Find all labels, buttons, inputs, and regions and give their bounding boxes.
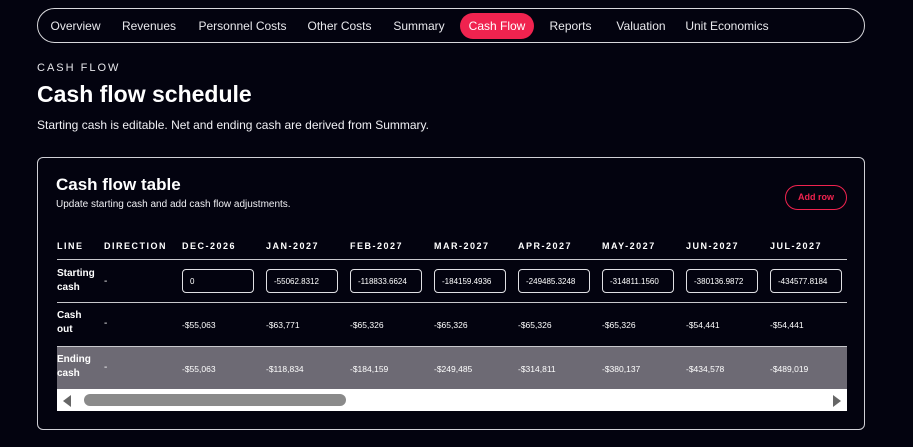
- main-nav: Overview Revenues Personnel Costs Other …: [37, 8, 865, 43]
- cash-out-value: -$54,441: [686, 320, 720, 330]
- column-header-dec-2026: DEC-2026: [182, 241, 237, 251]
- cash-out-value: -$65,326: [518, 320, 552, 330]
- ending-cash-value: -$489,019: [770, 364, 809, 374]
- starting-cash-input-mar-2027[interactable]: [434, 269, 506, 293]
- ending-cash-value: -$55,063: [182, 364, 216, 374]
- page-description: Starting cash is editable. Net and endin…: [37, 118, 429, 132]
- cash-out-value: -$65,326: [350, 320, 384, 330]
- card-description: Update starting cash and add cash flow a…: [56, 199, 291, 210]
- tab-reports[interactable]: Reports: [544, 13, 597, 39]
- starting-cash-input-jul-2027[interactable]: [770, 269, 842, 293]
- row-direction: -: [104, 318, 108, 329]
- starting-cash-input-dec-2026[interactable]: [182, 269, 254, 293]
- cash-flow-card: Cash flow table Update starting cash and…: [37, 157, 865, 430]
- row-label-cash-out: Cash out: [57, 309, 81, 337]
- cash-flow-table[interactable]: LINE DIRECTION DEC-2026 JAN-2027 FEB-202…: [57, 236, 847, 411]
- tab-other-costs[interactable]: Other Costs: [302, 13, 377, 39]
- tab-personnel-costs[interactable]: Personnel Costs: [194, 13, 291, 39]
- column-header-jun-2027: JUN-2027: [686, 241, 740, 251]
- scrollbar-thumb[interactable]: [84, 394, 346, 406]
- column-header-jan-2027: JAN-2027: [266, 241, 320, 251]
- card-title: Cash flow table: [56, 175, 181, 194]
- row-divider: [57, 302, 847, 303]
- row-label-line2: cash: [57, 282, 80, 293]
- scroll-left-arrow-icon[interactable]: [63, 395, 71, 407]
- row-label-starting-cash: Starting cash: [57, 267, 95, 295]
- column-header-line: LINE: [57, 241, 84, 251]
- horizontal-scrollbar[interactable]: [57, 389, 847, 411]
- row-label-line1: Cash: [57, 310, 82, 321]
- column-header-apr-2027: APR-2027: [518, 241, 573, 251]
- row-label-ending-cash: Ending cash: [57, 353, 91, 381]
- tab-overview[interactable]: Overview: [46, 13, 105, 39]
- cash-out-value: -$65,326: [434, 320, 468, 330]
- starting-cash-input-apr-2027[interactable]: [518, 269, 590, 293]
- row-direction: -: [104, 362, 108, 373]
- tab-cash-flow[interactable]: Cash Flow: [460, 13, 534, 39]
- row-label-line1: Starting: [57, 268, 95, 279]
- header-divider: [57, 259, 847, 260]
- cash-out-value: -$63,771: [266, 320, 300, 330]
- row-label-line1: Ending: [57, 354, 91, 365]
- tab-valuation[interactable]: Valuation: [610, 13, 672, 39]
- column-header-feb-2027: FEB-2027: [350, 241, 404, 251]
- cash-out-value: -$54,441: [770, 320, 804, 330]
- ending-cash-value: -$434,578: [686, 364, 725, 374]
- ending-cash-value: -$184,159: [350, 364, 389, 374]
- cash-out-value: -$55,063: [182, 320, 216, 330]
- starting-cash-input-jun-2027[interactable]: [686, 269, 758, 293]
- scroll-right-arrow-icon[interactable]: [833, 395, 841, 407]
- column-header-jul-2027: JUL-2027: [770, 241, 823, 251]
- section-eyebrow: CASH FLOW: [37, 62, 121, 74]
- page-title: Cash flow schedule: [37, 81, 252, 107]
- cash-out-value: -$65,326: [602, 320, 636, 330]
- row-label-line2: cash: [57, 368, 80, 379]
- ending-cash-value: -$249,485: [434, 364, 473, 374]
- tab-unit-economics[interactable]: Unit Economics: [684, 13, 770, 39]
- starting-cash-input-feb-2027[interactable]: [350, 269, 422, 293]
- column-header-mar-2027: MAR-2027: [434, 241, 490, 251]
- row-direction: -: [104, 276, 108, 287]
- starting-cash-input-may-2027[interactable]: [602, 269, 674, 293]
- column-header-direction: DIRECTION: [104, 241, 167, 251]
- column-header-may-2027: MAY-2027: [602, 241, 656, 251]
- starting-cash-input-jan-2027[interactable]: [266, 269, 338, 293]
- ending-cash-value: -$314,811: [518, 364, 556, 374]
- tab-summary[interactable]: Summary: [388, 13, 450, 39]
- ending-cash-value: -$118,834: [266, 364, 304, 374]
- tab-revenues[interactable]: Revenues: [116, 13, 182, 39]
- add-row-button[interactable]: Add row: [785, 185, 847, 210]
- ending-cash-value: -$380,137: [602, 364, 641, 374]
- row-label-line2: out: [57, 324, 73, 335]
